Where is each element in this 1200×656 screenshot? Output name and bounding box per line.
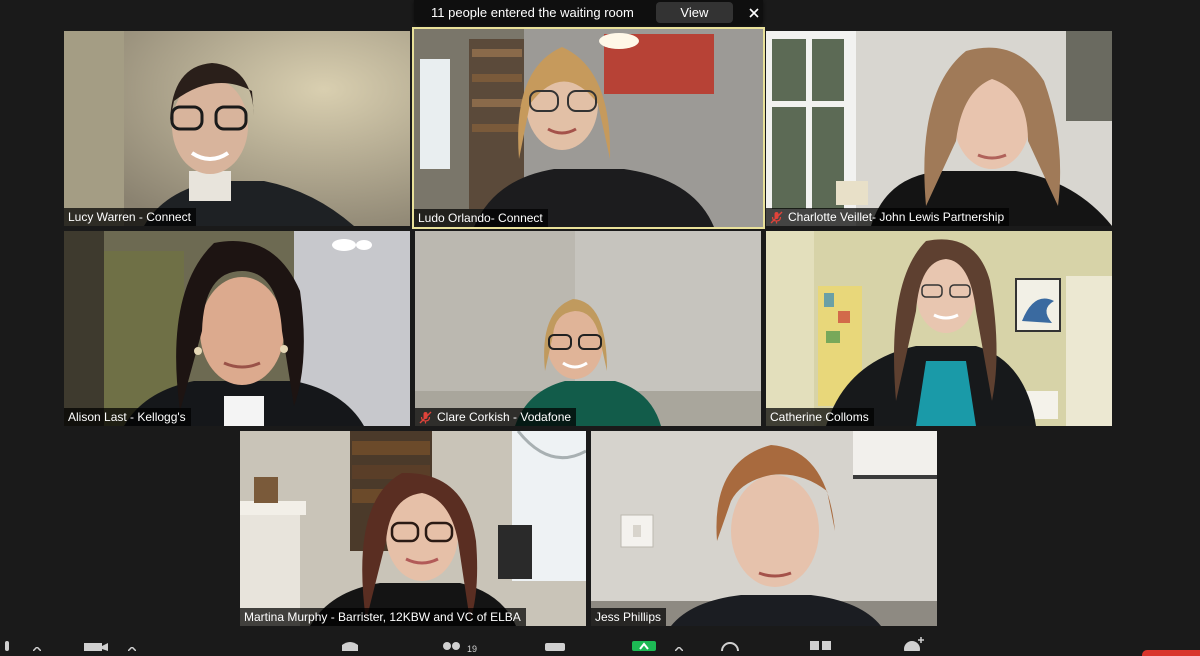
video-tile-ludo-orlando[interactable]: Ludo Orlando- Connect bbox=[412, 27, 765, 229]
participant-video bbox=[64, 231, 410, 426]
meeting-toolbar: 19 bbox=[0, 637, 1200, 656]
participant-video bbox=[591, 431, 937, 626]
participant-name-label: Martina Murphy - Barrister, 12KBW and VC… bbox=[240, 608, 526, 626]
video-tile-clare-corkish[interactable]: Clare Corkish - Vodafone bbox=[415, 231, 761, 426]
participant-name: Catherine Colloms bbox=[770, 410, 869, 424]
participant-name-label: Clare Corkish - Vodafone bbox=[415, 408, 577, 426]
microphone-icon[interactable] bbox=[2, 638, 12, 656]
waiting-room-message: 11 people entered the waiting room bbox=[431, 5, 634, 20]
muted-microphone-icon bbox=[770, 211, 783, 224]
video-tile-charlotte-veillet[interactable]: Charlotte Veillet- John Lewis Partnershi… bbox=[766, 31, 1112, 226]
participant-name: Clare Corkish - Vodafone bbox=[437, 410, 572, 424]
participant-name: Alison Last - Kellogg's bbox=[68, 410, 186, 424]
participant-name: Charlotte Veillet- John Lewis Partnershi… bbox=[788, 210, 1005, 224]
chevron-up-icon[interactable] bbox=[127, 638, 137, 656]
video-tile-jess-phillips[interactable]: Jess Phillips bbox=[591, 431, 937, 626]
participant-video bbox=[766, 231, 1112, 426]
participant-name-label: Catherine Colloms bbox=[766, 408, 874, 426]
participant-name: Lucy Warren - Connect bbox=[68, 210, 191, 224]
participant-video bbox=[766, 31, 1112, 226]
chevron-up-icon[interactable] bbox=[674, 638, 684, 656]
participant-name: Jess Phillips bbox=[595, 610, 662, 624]
participant-name-label: Charlotte Veillet- John Lewis Partnershi… bbox=[766, 208, 1010, 226]
participant-name-label: Alison Last - Kellogg's bbox=[64, 408, 191, 426]
participants-icon[interactable] bbox=[442, 638, 462, 656]
security-shield-icon[interactable] bbox=[342, 638, 358, 656]
participant-name-label: Jess Phillips bbox=[591, 608, 667, 626]
share-screen-icon[interactable] bbox=[632, 638, 656, 656]
video-tile-alison-last[interactable]: Alison Last - Kellogg's bbox=[64, 231, 410, 426]
waiting-room-notification: 11 people entered the waiting room View bbox=[414, 0, 763, 25]
participant-name-label: Ludo Orlando- Connect bbox=[414, 209, 548, 227]
video-camera-icon[interactable] bbox=[84, 638, 108, 656]
record-icon[interactable] bbox=[720, 638, 740, 656]
participant-video bbox=[64, 31, 410, 226]
close-icon[interactable] bbox=[745, 4, 763, 22]
end-meeting-button[interactable] bbox=[1142, 650, 1200, 656]
participant-name: Ludo Orlando- Connect bbox=[418, 211, 543, 225]
participant-name-label: Lucy Warren - Connect bbox=[64, 208, 196, 226]
participants-count: 19 bbox=[467, 644, 478, 654]
view-waiting-room-button[interactable]: View bbox=[655, 2, 734, 23]
chevron-up-icon[interactable] bbox=[32, 638, 42, 656]
participant-name: Martina Murphy - Barrister, 12KBW and VC… bbox=[244, 610, 521, 624]
participant-video bbox=[415, 231, 761, 426]
video-tile-lucy-warren[interactable]: Lucy Warren - Connect bbox=[64, 31, 410, 226]
reactions-icon[interactable] bbox=[902, 637, 926, 656]
participant-video bbox=[414, 29, 763, 227]
participant-video bbox=[240, 431, 586, 626]
breakout-rooms-icon[interactable] bbox=[810, 638, 832, 656]
video-tile-martina-murphy[interactable]: Martina Murphy - Barrister, 12KBW and VC… bbox=[240, 431, 586, 626]
muted-microphone-icon bbox=[419, 411, 432, 424]
chat-icon[interactable] bbox=[545, 638, 565, 656]
video-tile-catherine-colloms[interactable]: Catherine Colloms bbox=[766, 231, 1112, 426]
